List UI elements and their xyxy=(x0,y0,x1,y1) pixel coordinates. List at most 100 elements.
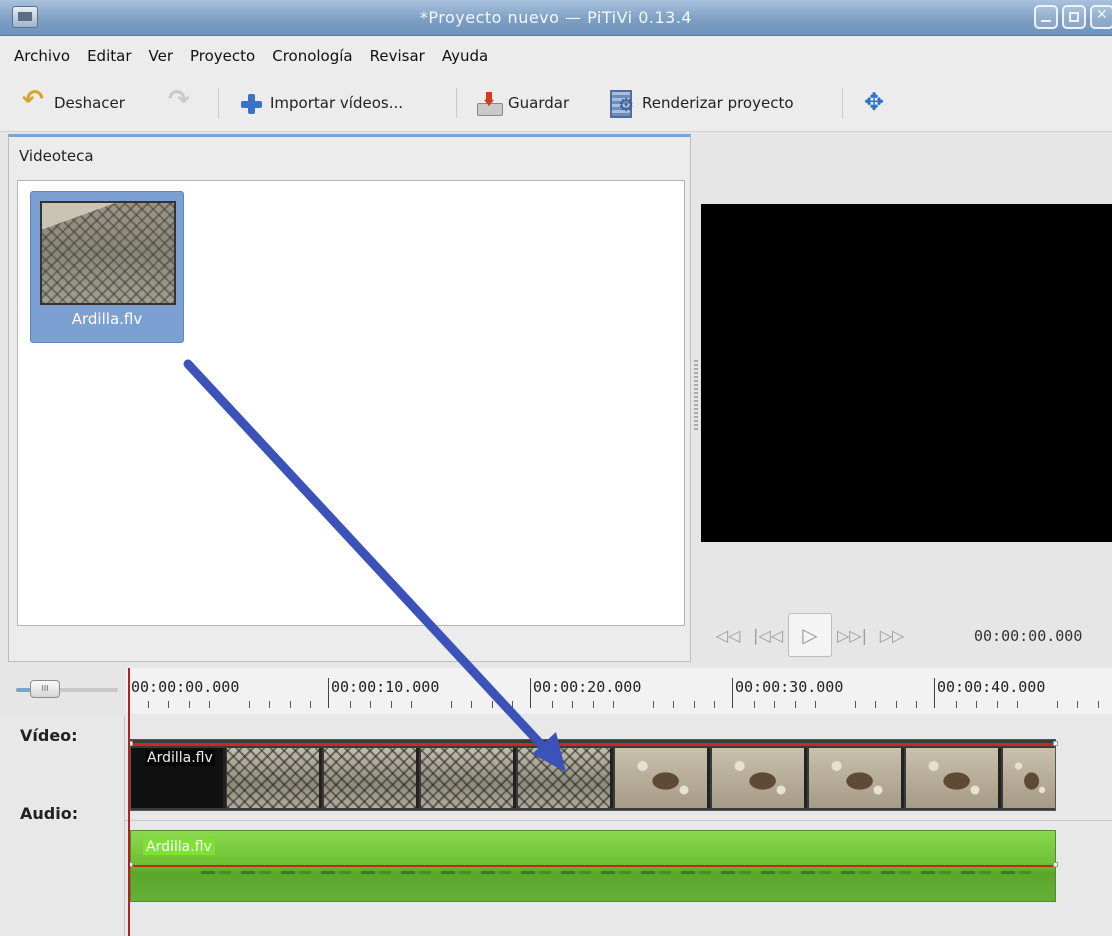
video-clip[interactable]: Ardilla.flv xyxy=(128,739,1058,811)
clip-frame xyxy=(324,748,419,808)
zoom-slider[interactable]: III xyxy=(16,680,118,698)
video-preview xyxy=(701,204,1112,542)
plus-icon xyxy=(238,91,264,115)
ruler-minor-tick xyxy=(1077,701,1079,708)
menu-bar: Archivo Editar Ver Proyecto Cronología R… xyxy=(0,36,1112,76)
volume-line[interactable] xyxy=(131,743,1055,746)
toolbar-separator xyxy=(456,88,457,118)
save-icon xyxy=(476,91,503,116)
keyframe-handle[interactable] xyxy=(1053,862,1058,867)
audio-clip[interactable]: Ardilla.flv xyxy=(128,830,1058,902)
ruler-label: 00:00:00.000 xyxy=(128,678,239,708)
menu-proyecto[interactable]: Proyecto xyxy=(190,47,255,65)
rewind-button[interactable]: ◁◁ xyxy=(708,615,748,655)
media-library-area[interactable]: Ardilla.flv xyxy=(17,180,685,626)
play-icon: ▷ xyxy=(802,623,818,647)
undo-icon xyxy=(22,85,48,115)
go-to-start-button[interactable]: |◁◁ xyxy=(748,615,788,655)
ruler-label: 00:00:30.000 xyxy=(732,678,843,708)
ruler-minor-tick xyxy=(673,701,675,708)
ruler-minor-tick xyxy=(713,701,715,708)
ruler-minor-tick xyxy=(774,701,776,708)
video-track-label: Vídeo: xyxy=(20,726,78,745)
menu-revisar[interactable]: Revisar xyxy=(370,47,425,65)
ruler-minor-tick xyxy=(855,701,857,708)
timeline-ruler[interactable]: 00:00:00.000 00:00:10.000 00:00:20.000 0… xyxy=(126,668,1112,714)
clip-frame xyxy=(421,748,516,808)
zoom-slider-knob[interactable]: III xyxy=(30,680,60,698)
maximize-button[interactable] xyxy=(1062,5,1086,29)
ruler-minor-tick xyxy=(814,701,816,708)
rewind-icon: ◁◁ xyxy=(715,625,741,645)
clip-frame xyxy=(227,748,322,808)
skip-back-icon: |◁◁ xyxy=(753,625,783,645)
ruler-label: 00:00:20.000 xyxy=(530,678,641,708)
redo-icon xyxy=(168,85,194,115)
ruler-minor-tick xyxy=(249,701,251,708)
fast-forward-button[interactable]: ▷▷ xyxy=(872,615,912,655)
move-arrows-icon xyxy=(862,88,888,116)
clip-name: Ardilla.flv xyxy=(71,310,143,328)
ruler-minor-tick xyxy=(148,701,150,708)
import-videos-button[interactable]: Importar vídeos... xyxy=(238,90,403,116)
library-clip[interactable]: Ardilla.flv xyxy=(30,191,184,343)
ruler-minor-tick xyxy=(895,701,897,708)
ruler-minor-tick xyxy=(410,701,412,708)
ruler-minor-tick xyxy=(754,701,756,708)
toolbar-separator xyxy=(218,88,219,118)
media-library-tab[interactable]: Videoteca xyxy=(19,147,94,165)
ruler-minor-tick xyxy=(491,701,493,708)
ruler-minor-tick xyxy=(350,701,352,708)
timecode-display: 00:00:00.000 xyxy=(974,627,1083,645)
redo-button[interactable] xyxy=(168,85,194,116)
menu-ver[interactable]: Ver xyxy=(149,47,174,65)
play-button[interactable]: ▷ xyxy=(788,613,832,657)
save-button[interactable]: Guardar xyxy=(476,90,569,116)
import-label: Importar vídeos... xyxy=(270,94,404,112)
ruler-minor-tick xyxy=(269,701,271,708)
ruler-minor-tick xyxy=(511,701,513,708)
save-label: Guardar xyxy=(508,94,570,112)
menu-ayuda[interactable]: Ayuda xyxy=(442,47,488,65)
playhead[interactable] xyxy=(128,668,130,936)
toolbar-separator xyxy=(842,88,843,118)
minimize-button[interactable] xyxy=(1034,5,1058,29)
pane-resize-handle[interactable] xyxy=(694,360,698,430)
clip-thumbnail xyxy=(40,201,176,305)
menu-editar[interactable]: Editar xyxy=(87,47,131,65)
track-divider xyxy=(124,820,1112,821)
ruler-minor-tick xyxy=(915,701,917,708)
clip-frame xyxy=(712,748,807,808)
ruler-minor-tick xyxy=(188,701,190,708)
undo-button[interactable]: Deshacer xyxy=(22,85,125,116)
clip-frame xyxy=(1003,748,1055,808)
playback-controls: ◁◁ |◁◁ ▷ ▷▷| ▷▷ xyxy=(708,612,912,658)
close-button[interactable] xyxy=(1090,5,1112,29)
volume-line[interactable] xyxy=(131,865,1055,867)
render-project-button[interactable]: Renderizar proyecto xyxy=(608,90,794,118)
ruler-minor-tick xyxy=(1097,701,1099,708)
ruler-minor-tick xyxy=(693,701,695,708)
ruler-minor-tick xyxy=(875,701,877,708)
menu-cronologia[interactable]: Cronología xyxy=(272,47,352,65)
window-title: *Proyecto nuevo — PiTiVi 0.13.4 xyxy=(419,8,693,27)
ruler-minor-tick xyxy=(996,701,998,708)
ruler-minor-tick xyxy=(572,701,574,708)
ruler-minor-tick xyxy=(592,701,594,708)
ruler-label: 00:00:10.000 xyxy=(328,678,439,708)
ruler-minor-tick xyxy=(168,701,170,708)
fast-forward-icon: ▷▷ xyxy=(879,625,905,645)
go-to-end-button[interactable]: ▷▷| xyxy=(832,615,872,655)
undo-label: Deshacer xyxy=(54,94,125,112)
clip-frame xyxy=(518,748,613,808)
ruler-minor-tick xyxy=(794,701,796,708)
clip-frame xyxy=(809,748,904,808)
menu-archivo[interactable]: Archivo xyxy=(14,47,70,65)
ruler-minor-tick xyxy=(208,701,210,708)
fullscreen-button[interactable] xyxy=(862,88,888,116)
keyframe-handle[interactable] xyxy=(1053,741,1058,746)
ruler-minor-tick xyxy=(309,701,311,708)
media-library-panel: Videoteca Ardilla.flv xyxy=(8,134,691,662)
ruler-minor-tick xyxy=(370,701,372,708)
ruler-minor-tick xyxy=(451,701,453,708)
